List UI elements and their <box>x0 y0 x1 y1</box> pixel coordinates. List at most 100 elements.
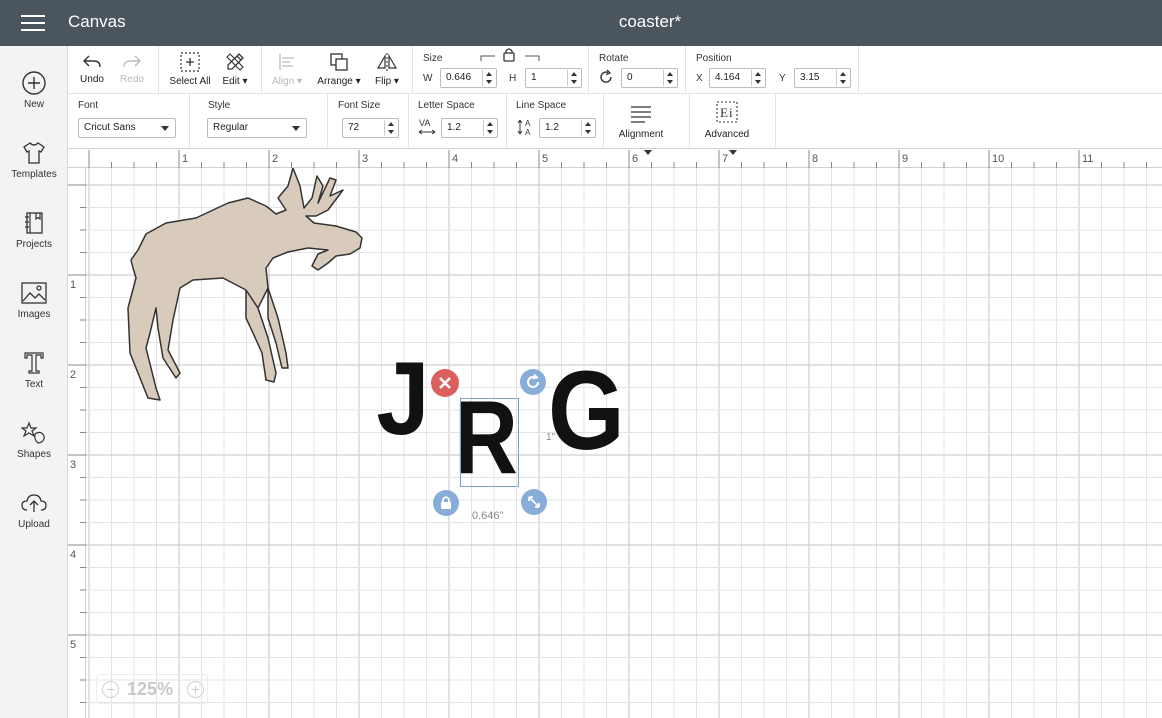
font-size-stepper[interactable] <box>384 120 397 136</box>
style-label: Style <box>208 100 231 111</box>
lock-aspect-icon[interactable] <box>479 47 541 63</box>
select-all-icon <box>180 52 200 72</box>
letter-space-icon: VA <box>418 118 436 135</box>
sidebar-item-label: Templates <box>11 169 57 180</box>
divider <box>603 94 604 149</box>
ruler-label: 3 <box>70 459 76 471</box>
rotate-input[interactable]: 0 <box>621 68 678 88</box>
font-select[interactable]: Cricut Sans <box>78 118 176 138</box>
width-stepper[interactable] <box>482 70 495 86</box>
ruler-label: 4 <box>70 549 76 561</box>
svg-text:i: i <box>729 105 733 120</box>
sidebar-item-label: Upload <box>18 519 50 530</box>
sidebar-item-new[interactable]: New <box>0 62 68 128</box>
resize-handle-icon[interactable] <box>520 488 548 516</box>
left-ruler-ticks: 123456 <box>68 184 86 703</box>
x-stepper[interactable] <box>751 70 764 86</box>
ruler-label: 9 <box>902 153 908 165</box>
pencil-ruler-icon <box>226 53 244 71</box>
arrange-button[interactable]: Arrange ▾ <box>314 51 364 87</box>
undo-icon <box>83 55 101 68</box>
y-position-input[interactable]: 3.15 <box>794 68 851 88</box>
align-button[interactable]: Align ▾ <box>268 51 306 87</box>
design-canvas[interactable]: 1234567891011 123456 J R G 1" 0.646" − 1… <box>68 150 1162 718</box>
zoom-level: 125% <box>127 679 174 699</box>
height-input[interactable]: 1 <box>525 68 582 88</box>
position-label: Position <box>696 53 732 64</box>
ruler-marker-icon <box>644 150 652 155</box>
ruler-label: 11 <box>1082 153 1093 165</box>
rotate-label: Rotate <box>599 53 629 64</box>
divider <box>327 94 328 149</box>
rotate-stepper[interactable] <box>663 70 676 86</box>
height-label: H <box>509 73 517 84</box>
rotate-handle-icon[interactable] <box>519 368 547 396</box>
height-stepper[interactable] <box>567 70 580 86</box>
divider <box>506 94 507 149</box>
zoom-out-button[interactable]: − <box>102 681 119 698</box>
sidebar-item-label: Shapes <box>17 449 51 460</box>
ruler-label: 1 <box>70 279 76 291</box>
ruler-marker-icon <box>729 150 737 155</box>
align-icon <box>279 54 294 70</box>
rotate-icon <box>600 69 612 83</box>
svg-text:A: A <box>525 119 531 128</box>
letter-g[interactable]: G <box>548 355 625 467</box>
undo-button[interactable]: Undo <box>76 53 108 85</box>
font-size-input[interactable]: 72 <box>342 118 399 138</box>
letter-space-stepper[interactable] <box>483 120 496 136</box>
delete-handle-icon[interactable] <box>430 368 460 398</box>
letter-j[interactable]: J <box>376 347 429 451</box>
style-select[interactable]: Regular <box>207 118 307 138</box>
sidebar-item-shapes[interactable]: Shapes <box>0 412 68 478</box>
select-all-button[interactable]: Select All <box>166 51 214 87</box>
sidebar-item-label: Images <box>17 309 51 320</box>
divider <box>412 46 413 94</box>
divider <box>588 46 589 94</box>
line-space-input[interactable]: 1.2 <box>539 118 596 138</box>
x-position-input[interactable]: 4.164 <box>709 68 766 88</box>
sidebar-item-text[interactable]: Text <box>0 342 68 408</box>
ruler-label: 5 <box>70 639 76 651</box>
width-input[interactable]: 0.646 <box>440 68 497 88</box>
ruler-label: 8 <box>812 153 818 165</box>
selection-box[interactable] <box>460 398 519 487</box>
text-toolbar: Font Cricut Sans Style Regular Font Size… <box>68 94 1162 149</box>
redo-button[interactable]: Redo <box>116 53 148 85</box>
advanced-text-icon: Ei <box>716 101 738 123</box>
lock-handle-icon[interactable] <box>432 489 460 517</box>
letter-space-input[interactable]: 1.2 <box>441 118 498 138</box>
tshirt-icon <box>23 142 45 164</box>
zoom-in-button[interactable]: + <box>187 681 204 698</box>
left-sidebar: New Templates Projects Images Text Shape… <box>0 46 68 718</box>
sidebar-item-templates[interactable]: Templates <box>0 132 68 198</box>
alignment-button[interactable]: Alignment <box>614 102 668 140</box>
cloud-upload-icon <box>21 494 47 512</box>
edit-toolbar: Undo Redo Select All Edit ▾ Align ▾ Arra… <box>68 46 1162 94</box>
size-label: Size <box>423 53 443 64</box>
sidebar-item-images[interactable]: Images <box>0 272 68 338</box>
sidebar-item-upload[interactable]: Upload <box>0 482 68 548</box>
sidebar-item-projects[interactable]: Projects <box>0 202 68 268</box>
divider <box>685 46 686 94</box>
svg-text:A: A <box>525 128 531 136</box>
y-stepper[interactable] <box>836 70 849 86</box>
line-space-stepper[interactable] <box>581 120 594 136</box>
text-align-icon <box>631 106 651 123</box>
svg-text:VA: VA <box>419 118 430 128</box>
flip-button[interactable]: Flip ▾ <box>370 51 404 87</box>
x-label: X <box>696 73 703 84</box>
redo-icon <box>123 55 141 68</box>
advanced-button[interactable]: Ei Advanced <box>700 100 754 140</box>
top-bar: Canvas coaster* <box>0 0 1162 46</box>
line-space-icon: AA <box>517 119 531 136</box>
zoom-control: − 125% + <box>96 674 208 704</box>
top-ruler: 1 2 3 4 5 6 7 8 9 10 11 <box>68 150 1162 168</box>
ruler-label: 2 <box>70 369 76 381</box>
arrange-icon <box>330 53 348 71</box>
divider <box>261 46 262 94</box>
edit-button[interactable]: Edit ▾ <box>218 51 252 87</box>
left-ruler: 123456 <box>68 168 86 718</box>
moose-image[interactable] <box>118 168 418 413</box>
divider <box>858 46 859 94</box>
